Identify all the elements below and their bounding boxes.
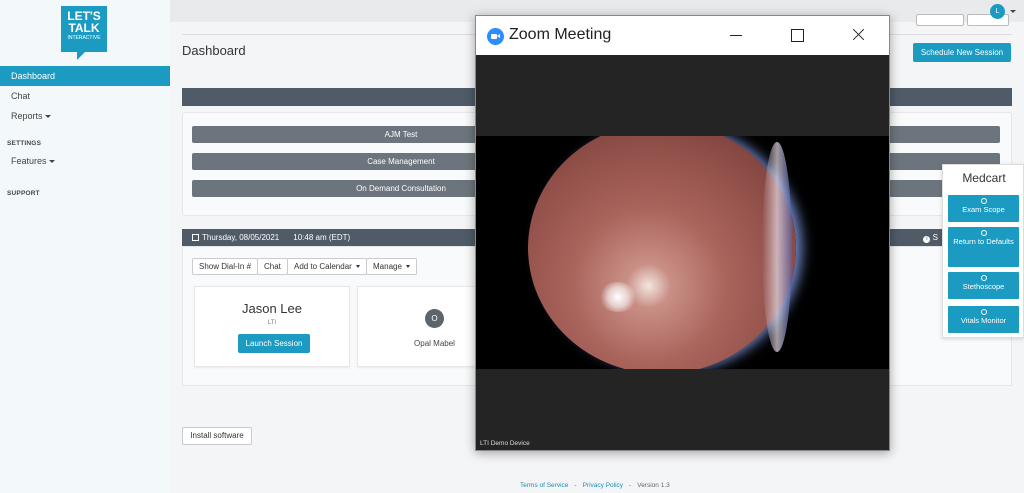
launch-session-button[interactable]: Launch Session (238, 334, 310, 353)
info-icon: i (923, 236, 931, 243)
manage-button[interactable]: Manage (366, 258, 417, 275)
sidebar: LET'S TALK INTERACTIVE Dashboard Chat Re… (0, 0, 170, 493)
video-feed (476, 136, 889, 369)
stethoscope-button[interactable]: Stethoscope (948, 272, 1019, 299)
eye-icon (980, 198, 987, 204)
footer: Terms of Service - Privacy Policy - Version … (520, 482, 670, 489)
exam-scope-image (528, 136, 796, 369)
user-avatar[interactable]: L (990, 4, 1005, 19)
reset-icon (980, 230, 987, 236)
medcart-panel: Medcart Exam Scope Return to Defaults St… (942, 164, 1024, 338)
caret-down-icon (44, 115, 51, 119)
stethoscope-icon (980, 275, 987, 281)
maximize-icon[interactable] (787, 25, 807, 45)
sidebar-item-features[interactable]: Features (0, 151, 170, 171)
chat-button[interactable]: Chat (257, 258, 288, 275)
status-indicator: i S (923, 229, 938, 246)
version-text: Version 1.3 (637, 482, 670, 489)
participant-card: Jason Lee LTI Launch Session (194, 286, 350, 367)
close-icon[interactable] (848, 25, 868, 45)
settings-heading: SETTINGS (7, 140, 42, 147)
zoom-title-bar[interactable]: Zoom Meeting (476, 16, 889, 55)
add-to-calendar-button[interactable]: Add to Calendar (287, 258, 367, 275)
heart-icon (980, 309, 987, 315)
zoom-window-title: Zoom Meeting (509, 26, 612, 43)
terms-link[interactable]: Terms of Service (520, 482, 568, 489)
zoom-meeting-window[interactable]: Zoom Meeting LTI Demo Device (475, 15, 890, 451)
caret-down-icon (355, 265, 360, 269)
caret-down-icon (405, 265, 410, 269)
sidebar-item-dashboard[interactable]: Dashboard (0, 66, 170, 86)
calendar-icon (192, 234, 199, 241)
minimize-icon[interactable] (726, 25, 746, 45)
schedule-new-session-button[interactable]: Schedule New Session (913, 43, 1011, 62)
participant-name: Jason Lee (242, 301, 302, 316)
exam-scope-button[interactable]: Exam Scope (948, 195, 1019, 222)
show-dial-in-button[interactable]: Show Dial-In # (192, 258, 259, 275)
return-to-defaults-button[interactable]: Return to Defaults (948, 227, 1019, 267)
sidebar-item-reports[interactable]: Reports (0, 106, 170, 126)
page-title: Dashboard (182, 43, 246, 58)
lets-talk-logo[interactable]: LET'S TALK INTERACTIVE (61, 6, 107, 60)
participant-org: LTI (267, 320, 277, 326)
install-software-button[interactable]: Install software (182, 427, 252, 445)
zoom-logo-icon (487, 28, 504, 45)
sidebar-item-chat[interactable]: Chat (0, 86, 170, 106)
device-caption: LTI Demo Device (480, 440, 530, 447)
privacy-link[interactable]: Privacy Policy (583, 482, 623, 489)
participant-avatar: O (425, 309, 444, 328)
caret-down-icon[interactable] (1010, 10, 1016, 13)
vitals-monitor-button[interactable]: Vitals Monitor (948, 306, 1019, 333)
caret-down-icon (48, 160, 55, 164)
support-heading: SUPPORT (7, 190, 40, 197)
medcart-title: Medcart (962, 171, 1006, 185)
header-button[interactable] (916, 14, 964, 26)
